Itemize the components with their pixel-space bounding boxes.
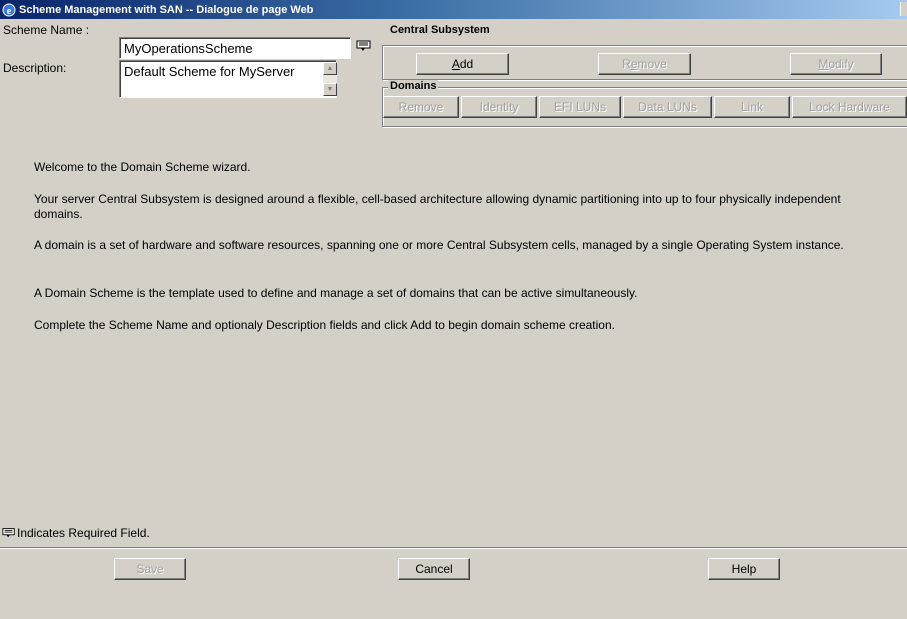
identity-button[interactable]: Identity (461, 96, 537, 118)
central-subsystem-title: Central Subsystem (388, 24, 492, 36)
architecture-text: Your server Central Subsystem is designe… (34, 192, 841, 221)
required-note: Indicates Required Field. (2, 526, 150, 540)
description-textarea[interactable]: Default Scheme for MyServer (119, 60, 337, 98)
domain-remove-label: Remove (398, 100, 444, 114)
instructions-text: Complete the Scheme Name and optionaly D… (34, 318, 615, 332)
required-field-icon (356, 40, 372, 55)
help-button[interactable]: Help (708, 558, 780, 580)
scheme-name-label: Scheme Name : (3, 23, 90, 37)
add-button-mnemonic: A (451, 57, 460, 71)
footer-separator (0, 547, 907, 549)
required-note-text: Indicates Required Field. (17, 526, 150, 540)
required-field-icon (2, 528, 15, 538)
ie-icon: e (2, 3, 16, 17)
scheme-name-input[interactable]: MyOperationsScheme (119, 37, 351, 59)
domain-definition-text: A domain is a set of hardware and softwa… (34, 238, 844, 252)
scheme-definition-text: A Domain Scheme is the template used to … (34, 286, 638, 300)
link-label: Link (740, 100, 763, 114)
save-label: Save (136, 562, 164, 576)
add-button[interactable]: Add (416, 53, 509, 75)
lock-hardware-button[interactable]: Lock Hardware (792, 96, 907, 118)
domain-remove-button[interactable]: Remove (383, 96, 459, 118)
window-titlebar: e Scheme Management with SAN -- Dialogue… (0, 0, 907, 19)
cancel-button[interactable]: Cancel (398, 558, 470, 580)
remove-label-rest: move (637, 57, 667, 71)
window-control[interactable] (900, 2, 907, 16)
central-remove-button[interactable]: Re move (598, 53, 691, 75)
cancel-label: Cancel (415, 562, 453, 576)
data-luns-label: Data LUNs (638, 100, 697, 114)
scroll-down-icon[interactable]: ▼ (323, 83, 337, 96)
efi-luns-button[interactable]: EFI LUNs (539, 96, 621, 118)
description-scrollbar[interactable]: ▲ ▼ (323, 62, 337, 96)
link-button[interactable]: Link (714, 96, 790, 118)
remove-label-pre: R (622, 57, 631, 71)
modify-button[interactable]: Modify (790, 53, 882, 75)
modify-label-rest: odify (828, 57, 854, 71)
scheme-name-value: MyOperationsScheme (124, 41, 253, 56)
welcome-text: Welcome to the Domain Scheme wizard. (34, 160, 251, 174)
help-label: Help (731, 562, 757, 576)
description-value: Default Scheme for MyServer (124, 64, 295, 79)
modify-label-mnemonic: M (818, 57, 829, 71)
scroll-up-icon[interactable]: ▲ (323, 62, 337, 75)
identity-label: Identity (479, 100, 519, 114)
data-luns-button[interactable]: Data LUNs (623, 96, 712, 118)
add-button-label-rest: dd (459, 57, 474, 71)
lock-hardware-label: Lock Hardware (809, 100, 890, 114)
window-title: Scheme Management with SAN -- Dialogue d… (19, 3, 314, 16)
efi-luns-label: EFI LUNs (553, 100, 606, 114)
save-button[interactable]: Save (114, 558, 186, 580)
svg-text:e: e (7, 6, 12, 17)
domains-title: Domains (388, 80, 439, 92)
remove-label-mnemonic: e (630, 57, 638, 71)
description-label: Description: (3, 61, 67, 75)
